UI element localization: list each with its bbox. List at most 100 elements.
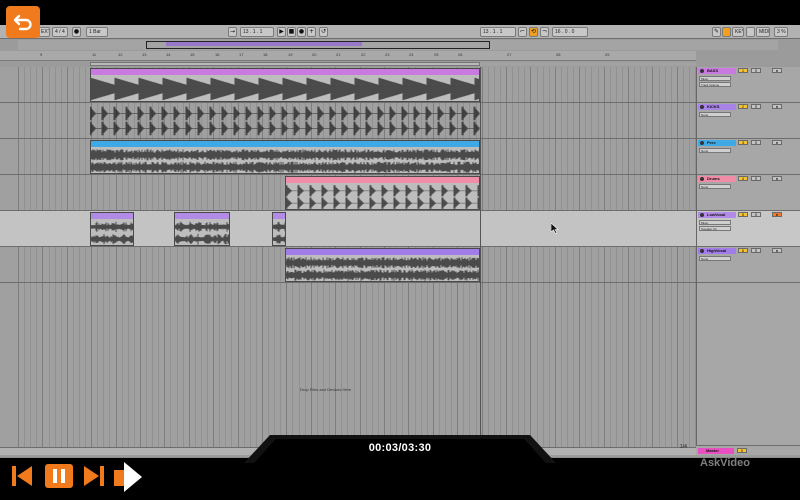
track-name[interactable]: Drums (707, 176, 720, 182)
track-header-drums[interactable]: Drums None 4 S ● (697, 175, 800, 211)
fold-icon[interactable] (700, 177, 704, 181)
loop-start[interactable]: 13 . 1 . 1 (480, 27, 516, 37)
solo-button[interactable]: S (751, 68, 761, 73)
audio-clip-group[interactable] (90, 104, 480, 138)
loop-switch-icon[interactable]: ⟲ (529, 27, 538, 37)
solo-button[interactable]: S (751, 212, 761, 217)
key-map-button[interactable]: KEY (732, 27, 744, 37)
overdub-icon[interactable]: + (307, 27, 316, 37)
arrangement-overview[interactable] (18, 40, 778, 50)
track-header-lowvocal[interactable]: LowVocal Mixer Speaker On 5 S ● (697, 211, 800, 247)
arm-button[interactable]: ● (772, 176, 782, 181)
punch-in-icon[interactable]: ⌐ (518, 27, 527, 37)
track-lane-highvocal[interactable] (0, 247, 696, 283)
solo-button[interactable]: S (751, 140, 761, 145)
arm-button[interactable]: ● (772, 212, 782, 217)
arm-button[interactable]: ● (772, 248, 782, 253)
audio-clip[interactable] (272, 212, 286, 246)
parameter-chooser[interactable]: Track Volume (699, 82, 731, 87)
follow-icon[interactable]: → (228, 27, 237, 37)
solo-button[interactable]: S (751, 176, 761, 181)
draw-mode-icon[interactable]: ✎ (712, 27, 721, 37)
automation-arm-icon[interactable]: ↺ (319, 27, 328, 37)
waveform (91, 147, 479, 173)
audio-clip[interactable] (90, 212, 134, 246)
parameter-chooser[interactable]: Speaker On (699, 226, 731, 231)
track-name[interactable]: Perc (707, 140, 716, 146)
record-icon[interactable]: ● (297, 27, 306, 37)
pause-icon[interactable] (44, 463, 74, 489)
device-chooser[interactable]: None (699, 256, 731, 261)
device-chooser[interactable]: None (699, 112, 731, 117)
metronome-icon[interactable]: ● (72, 27, 81, 37)
solo-button[interactable]: S (751, 104, 761, 109)
track-lane-lowvocal[interactable] (0, 211, 696, 247)
time-signature[interactable]: 4 / 4 (52, 27, 68, 37)
track-name[interactable]: KICKS (707, 104, 719, 110)
solo-button[interactable]: S (751, 248, 761, 253)
fold-icon[interactable] (700, 249, 704, 253)
track-header-perc[interactable]: Perc None 3 S ● (697, 139, 800, 175)
audio-clip[interactable] (90, 140, 480, 174)
track-header-bass[interactable]: BASS Mixer Track Volume 1 S ● (697, 67, 800, 103)
track-header-kicks[interactable]: KICKS None 2 S ● (697, 103, 800, 139)
ruler-bar-label: 21 (336, 52, 341, 57)
back-button[interactable] (6, 6, 40, 38)
track-name[interactable]: HighVocal (707, 248, 726, 254)
song-position[interactable]: 13 . 1 . 1 (240, 27, 274, 37)
loop-brace[interactable] (90, 62, 480, 66)
track-activator[interactable]: 2 (738, 104, 748, 109)
key-map-icon[interactable] (722, 27, 731, 37)
zoom-grid-label: 1/4 (680, 444, 687, 450)
fold-icon[interactable] (700, 105, 704, 109)
track-activator[interactable]: 1 (738, 68, 748, 73)
master-activator[interactable]: 0 (737, 448, 747, 453)
device-chooser[interactable]: None (699, 184, 731, 189)
chapter-marker-icon[interactable] (112, 460, 146, 494)
track-lane-bass[interactable] (0, 67, 696, 103)
track-name[interactable]: LowVocal (707, 212, 725, 218)
track-lane-drums[interactable] (0, 175, 696, 211)
fold-icon[interactable] (700, 69, 704, 73)
ruler-bar-label: 20 (312, 52, 317, 57)
arm-button[interactable]: ● (772, 104, 782, 109)
track-activator[interactable]: 5 (738, 212, 748, 217)
track-activator[interactable]: 3 (738, 140, 748, 145)
device-chooser[interactable]: Mixer (699, 220, 731, 225)
ruler-bar-label: 17 (239, 52, 244, 57)
audio-clip[interactable] (174, 212, 230, 246)
midi-map-button[interactable]: MIDI (756, 27, 770, 37)
fold-icon[interactable] (700, 141, 704, 145)
track-activator[interactable]: 4 (738, 176, 748, 181)
ruler-bar-label: 13 (142, 52, 147, 57)
arrangement-view[interactable]: Drop Files and Devices Here (0, 67, 696, 447)
skip-next-icon[interactable] (82, 463, 106, 489)
waveform (175, 219, 229, 245)
skip-previous-icon[interactable] (10, 463, 34, 489)
track-header-highvocal[interactable]: HighVocal None 6 S ● (697, 247, 800, 283)
track-lane-kicks[interactable] (0, 103, 696, 139)
device-chooser[interactable]: None (699, 148, 731, 153)
waveform (90, 104, 480, 138)
track-activator[interactable]: 6 (738, 248, 748, 253)
loop-bar[interactable] (90, 62, 696, 66)
loop-length[interactable]: 16 . 0 . 0 (552, 27, 588, 37)
play-icon[interactable]: ▶ (277, 27, 286, 37)
ruler-bar-label: 16 (215, 52, 220, 57)
track-name[interactable]: BASS (707, 68, 718, 74)
stop-icon[interactable]: ■ (287, 27, 296, 37)
punch-out-icon[interactable]: ¬ (540, 27, 549, 37)
arm-button[interactable]: ● (772, 140, 782, 145)
master-track-header[interactable]: Master 0 (696, 445, 800, 455)
arm-button[interactable]: ● (772, 68, 782, 73)
device-chooser[interactable]: Mixer (699, 76, 731, 81)
fold-icon[interactable] (700, 213, 704, 217)
track-lane-perc[interactable] (0, 139, 696, 175)
audio-clip[interactable] (285, 248, 480, 282)
quantize-select[interactable]: 1 Bar (86, 27, 108, 37)
audio-clip[interactable] (90, 68, 480, 102)
beat-time-ruler[interactable]: 9 11 12 13 14 15 16 17 18 19 20 21 22 23… (0, 51, 696, 61)
audio-clip[interactable] (285, 176, 480, 210)
overview-view-box[interactable] (146, 41, 490, 49)
master-track-name[interactable]: Master (698, 448, 734, 454)
